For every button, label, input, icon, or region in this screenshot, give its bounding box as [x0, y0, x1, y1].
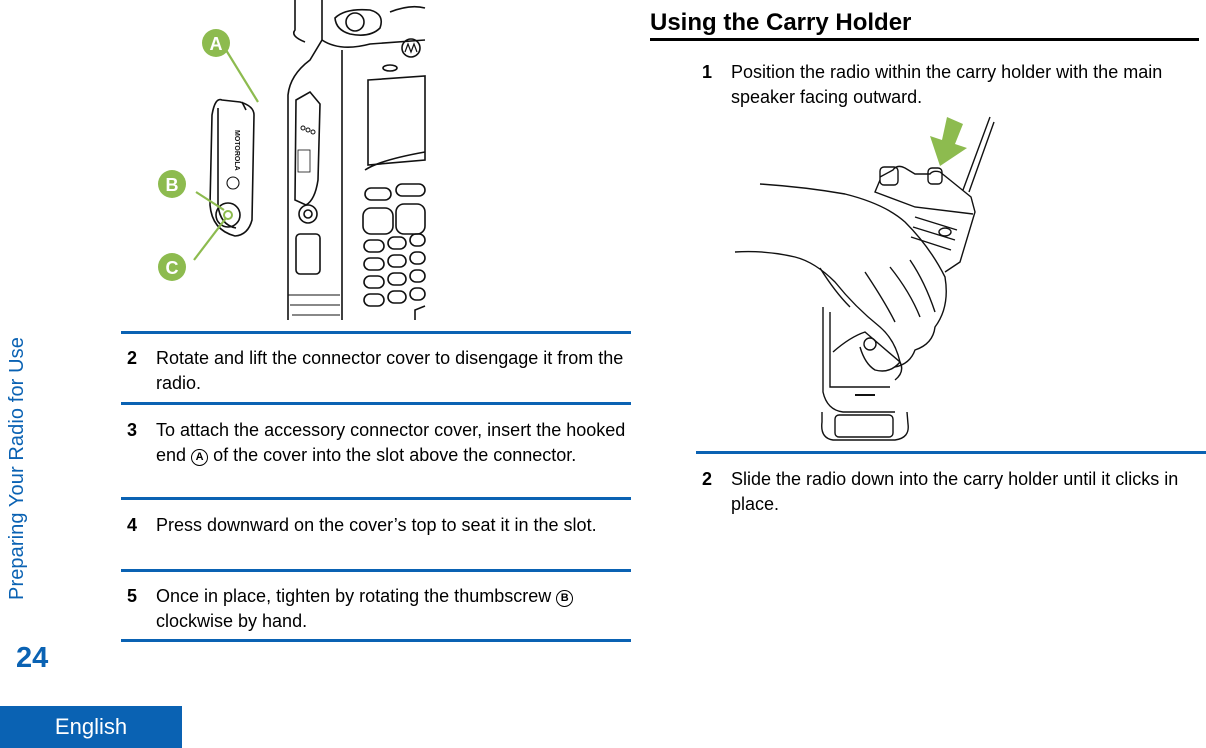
- step-number: 1: [702, 62, 713, 82]
- carry-holder-figure: [725, 112, 1005, 444]
- section-heading: Using the Carry Holder: [650, 9, 912, 36]
- callout-b-icon: B: [158, 170, 186, 198]
- connector-cover-figure: MOTOROLA A B C: [140, 0, 440, 322]
- keypad-drawing: [362, 183, 426, 307]
- callout-ref-a: A: [191, 448, 209, 466]
- step-number: 5: [127, 586, 138, 606]
- connector-cover-illustration: MOTOROLA A B C: [158, 0, 426, 320]
- down-arrow-icon: [930, 117, 967, 166]
- step-text-part: of the cover into the slot above the con…: [213, 444, 577, 465]
- radio-top-drawing: [879, 165, 976, 273]
- holder-drawing: [822, 307, 895, 413]
- step-divider: [696, 451, 1206, 454]
- step-divider: [121, 497, 631, 500]
- page-number: 24: [16, 642, 49, 674]
- step-number: 2: [127, 348, 138, 368]
- chapter-title-vertical: Preparing Your Radio for Use: [6, 337, 28, 600]
- step-text: Position the radio within the carry hold…: [731, 62, 1163, 107]
- callout-ref-b: B: [556, 590, 574, 607]
- callout-c-icon: C: [158, 253, 186, 281]
- step-text: Rotate and lift the connector cover to d…: [156, 348, 624, 393]
- callout-b-label: B: [166, 175, 179, 195]
- step-divider: [121, 569, 631, 572]
- step-divider: [121, 639, 631, 642]
- connector-grille: [297, 125, 316, 173]
- accessory-cover-drawing: MOTOROLA: [209, 98, 255, 237]
- step-divider: [121, 331, 631, 334]
- step-text-part: clockwise by hand.: [156, 610, 308, 631]
- step-text: Slide the radio down into the carry hold…: [731, 469, 1179, 514]
- radio-body-drawing: [287, 0, 426, 320]
- step-number: 3: [127, 420, 138, 440]
- hand-drawing: [759, 183, 947, 368]
- language-tab: English: [0, 706, 182, 748]
- step-text: To attach the accessory connector cover,…: [156, 418, 626, 467]
- svg-text:MOTOROLA: MOTOROLA: [233, 130, 240, 171]
- heading-underline: [650, 38, 1199, 41]
- callout-a-label: A: [210, 34, 223, 54]
- callout-c-label: C: [166, 258, 179, 278]
- step-text: Once in place, tighten by rotating the t…: [156, 584, 626, 633]
- callout-a-icon: A: [202, 29, 230, 57]
- carry-holder-illustration: [734, 116, 995, 441]
- step-number: 2: [702, 469, 713, 489]
- antenna-drawing: [962, 116, 995, 193]
- step-number: 4: [127, 515, 138, 535]
- step-text: Press downward on the cover’s top to sea…: [156, 515, 597, 535]
- step-divider: [121, 402, 631, 405]
- step-text-part: Once in place, tighten by rotating the t…: [156, 586, 552, 606]
